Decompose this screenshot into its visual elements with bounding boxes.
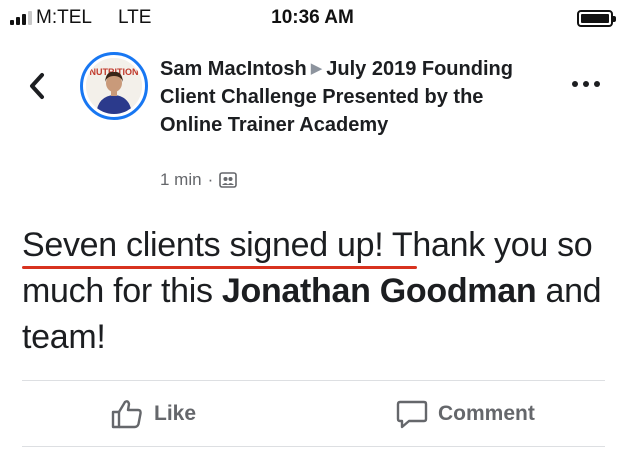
comment-label: Comment: [438, 402, 535, 425]
more-dot-icon: [583, 81, 589, 87]
group-privacy-icon: [219, 172, 238, 188]
avatar-photo: NUTRITION: [86, 58, 142, 114]
author-name[interactable]: Sam MacIntosh: [160, 58, 307, 80]
highlight-underline: [22, 266, 417, 269]
status-bar: M:TEL LTE 10:36 AM: [0, 0, 625, 36]
divider: [22, 446, 605, 447]
post-meta: 1 min ·: [160, 170, 238, 190]
post-timestamp[interactable]: 1 min: [160, 170, 202, 190]
divider: [22, 380, 605, 381]
avatar[interactable]: NUTRITION: [80, 52, 148, 120]
comment-icon: [396, 400, 428, 429]
meta-separator: ·: [207, 170, 214, 189]
more-options-button[interactable]: [568, 72, 604, 96]
post-header: Sam MacIntosh ▶ July 2019 Founding Client …: [160, 55, 540, 139]
more-dot-icon: [594, 81, 600, 87]
post-body: Seven clients signed up! Thank you so mu…: [22, 222, 612, 360]
battery-icon: [577, 10, 616, 27]
triangle-right-icon: ▶: [310, 60, 323, 77]
thumbs-up-icon: [111, 400, 142, 429]
comment-button[interactable]: Comment: [396, 396, 535, 432]
back-button[interactable]: [24, 66, 54, 106]
like-button[interactable]: Like: [110, 396, 196, 432]
chevron-left-icon: [30, 73, 44, 99]
like-label: Like: [154, 402, 197, 425]
clock: 10:36 AM: [271, 7, 354, 28]
mention-link[interactable]: Jonathan Goodman: [222, 272, 537, 310]
more-dot-icon: [572, 81, 578, 87]
